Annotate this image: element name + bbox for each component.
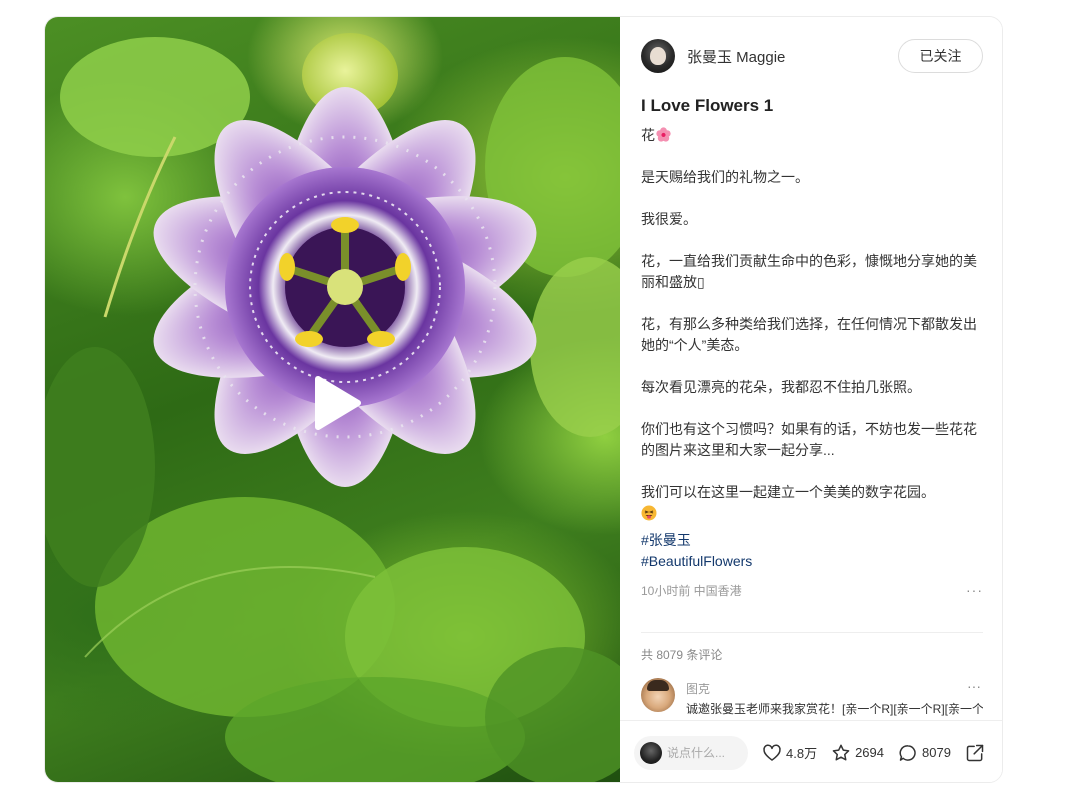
star-icon (832, 744, 850, 760)
tag-link[interactable]: #BeautifulFlowers (641, 551, 983, 572)
comment-input-placeholder: 说点什么... (667, 746, 726, 760)
post-card: 张曼玉 Maggie 已关注 I Love Flowers 1 花 是天赐给我们… (44, 16, 1003, 783)
post-paragraph-5: 每次看见漂亮的花朵，我都忍不住拍几张照。 (641, 379, 921, 395)
chat-bubble-icon (899, 744, 916, 761)
share-icon (966, 744, 984, 761)
post-paragraph-2: 我很爱。 (641, 211, 697, 227)
commenter-name[interactable]: 图克 (686, 680, 710, 697)
comment-input[interactable]: 说点什么... (634, 735, 748, 770)
post-media[interactable] (45, 17, 620, 782)
comment-text: 诚邀张曼玉老师来我家赏花！[亲一个R][亲一个R][亲一个R] (686, 702, 983, 716)
author-bar: 张曼玉 Maggie 已关注 (641, 38, 983, 74)
post-detail-panel: 张曼玉 Maggie 已关注 I Love Flowers 1 花 是天赐给我们… (620, 17, 1002, 782)
play-button[interactable] (309, 375, 365, 431)
post-paragraph-6: 你们也有这个习惯吗？如果有的话，不妨也发一些花花的图片来这里和大家一起分享... (641, 421, 977, 458)
hibiscus-emoji-icon (656, 127, 671, 142)
play-icon (315, 376, 361, 430)
divider (641, 632, 983, 633)
post-meta: 10小时前 中国香港 ··· (641, 580, 983, 600)
user-avatar (640, 741, 662, 764)
share-button[interactable] (965, 743, 989, 763)
comment-count: 共 8079 条评论 (641, 648, 723, 662)
heart-icon (763, 744, 781, 761)
post-first-line-text: 花 (641, 127, 655, 143)
comment-button[interactable]: 8079 (898, 743, 951, 763)
post-closing-text: 我们可以在这里一起建立一个美美的数字花园。 (641, 484, 935, 500)
post-tags: #张曼玉 #BeautifulFlowers (641, 530, 983, 572)
comment-item: 图克 ··· 诚邀张曼玉老师来我家赏花！[亲一个R][亲一个R][亲一个R] (641, 678, 983, 718)
post-title: I Love Flowers 1 (641, 96, 774, 115)
collect-button[interactable]: 2694 (831, 743, 884, 763)
post-first-line: 花 (641, 125, 983, 146)
commenter-avatar[interactable] (641, 678, 675, 712)
engagement-bar: 说点什么... 4.8万 2694 8079 (620, 720, 1002, 782)
star-count: 2694 (855, 745, 884, 760)
post-time-location: 10小时前 中国香港 (641, 583, 742, 598)
follow-button[interactable]: 已关注 (898, 39, 983, 73)
post-paragraph-4: 花，有那么多种类给我们选择，在任何情况下都散发出她的“个人”美态。 (641, 316, 977, 353)
author-name[interactable]: 张曼玉 Maggie (687, 46, 898, 67)
post-paragraph-3: 花，一直给我们贡献生命中的色彩，慷慨地分享她的美丽和盛放▯ (641, 253, 977, 290)
tag-link[interactable]: #张曼玉 (641, 530, 983, 551)
more-dots-icon[interactable]: ··· (966, 582, 983, 598)
tongue-face-emoji-icon (641, 505, 657, 521)
like-count: 4.8万 (786, 746, 818, 761)
like-button[interactable]: 4.8万 (762, 743, 817, 763)
comment-total: 8079 (922, 745, 951, 760)
post-content: I Love Flowers 1 花 是天赐给我们的礼物之一。 我很爱。 花，一… (641, 95, 983, 600)
more-dots-icon[interactable]: ··· (967, 678, 981, 694)
post-paragraph-1: 是天赐给我们的礼物之一。 (641, 169, 809, 185)
post-closing: 我们可以在这里一起建立一个美美的数字花园。 (641, 482, 983, 524)
author-avatar[interactable] (641, 39, 675, 73)
